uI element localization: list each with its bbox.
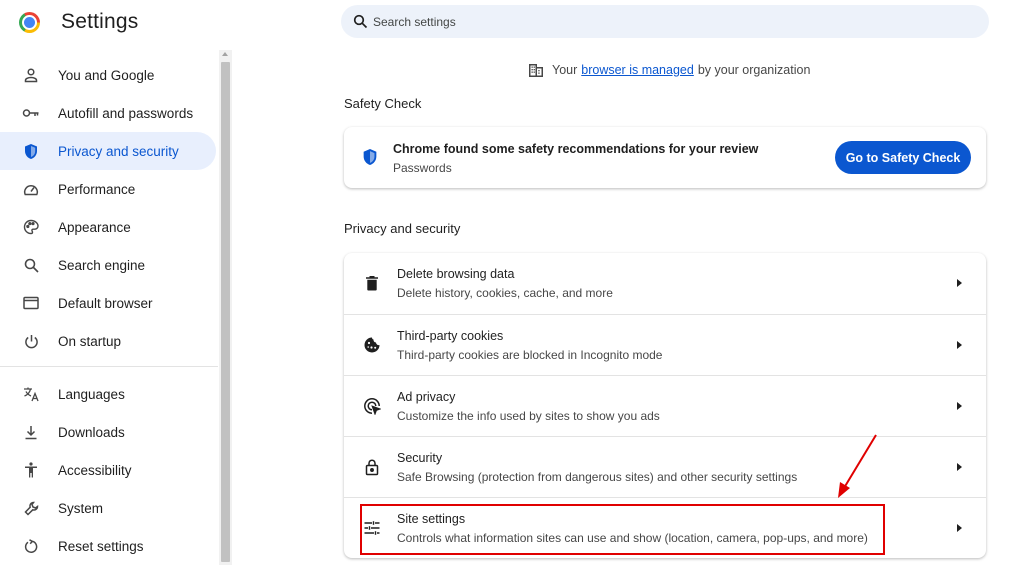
person-icon: [22, 66, 40, 84]
ad-privacy-icon: [364, 398, 381, 415]
row-ad-privacy[interactable]: Ad privacy Customize the info used by si…: [344, 375, 986, 436]
sidebar-item-performance[interactable]: Performance: [0, 170, 216, 208]
search-icon: [353, 14, 368, 29]
sidebar-item-label: You and Google: [58, 67, 155, 83]
sidebar-item-label: Default browser: [58, 295, 153, 311]
sidebar-item-accessibility[interactable]: Accessibility: [0, 451, 216, 489]
key-icon: [22, 104, 40, 122]
sidebar-item-system[interactable]: System: [0, 489, 216, 527]
sidebar-item-privacy[interactable]: Privacy and security: [0, 132, 216, 170]
download-icon: [22, 423, 40, 441]
row-third-party-cookies[interactable]: Third-party cookies Third-party cookies …: [344, 314, 986, 375]
chevron-right-icon: [957, 463, 962, 471]
managed-suffix: by your organization: [697, 63, 811, 77]
row-security[interactable]: Security Safe Browsing (protection from …: [344, 436, 986, 497]
scroll-thumb[interactable]: [221, 62, 230, 562]
sidebar-item-appearance[interactable]: Appearance: [0, 208, 216, 246]
reset-icon: [22, 537, 40, 555]
sidebar-item-label: Search engine: [58, 257, 146, 273]
sliders-icon: [364, 521, 380, 535]
sidebar-item-autofill[interactable]: Autofill and passwords: [0, 94, 216, 132]
cookie-icon: [364, 337, 380, 353]
row-title: Ad privacy: [397, 390, 456, 404]
safety-check-heading: Safety Check: [344, 96, 422, 111]
sidebar-item-label: Privacy and security: [58, 143, 179, 159]
search-icon: [22, 256, 40, 274]
chevron-right-icon: [957, 402, 962, 410]
sidebar-item-label: Languages: [58, 386, 125, 402]
building-icon: [529, 64, 543, 77]
sidebar-item-label: Performance: [58, 181, 136, 197]
row-subtitle: Delete history, cookies, cache, and more: [397, 286, 613, 300]
sidebar-item-default-browser[interactable]: Default browser: [0, 284, 216, 322]
row-title: Site settings: [397, 512, 466, 526]
scroll-up-icon[interactable]: [222, 52, 228, 56]
row-subtitle: Third-party cookies are blocked in Incog…: [397, 348, 663, 362]
sidebar-item-downloads[interactable]: Downloads: [0, 413, 216, 451]
speedometer-icon: [22, 180, 40, 198]
row-title: Delete browsing data: [397, 267, 515, 281]
translate-icon: [22, 385, 40, 403]
row-delete-browsing-data[interactable]: Delete browsing data Delete history, coo…: [344, 253, 986, 314]
sidebar-item-languages[interactable]: Languages: [0, 375, 216, 413]
safety-check-card: Chrome found some safety recommendations…: [344, 127, 986, 188]
privacy-section-heading: Privacy and security: [344, 221, 461, 236]
browser-window-icon: [22, 294, 40, 312]
row-title: Security: [397, 451, 443, 465]
wrench-icon: [22, 499, 40, 517]
privacy-card: Delete browsing data Delete history, coo…: [344, 253, 986, 558]
accessibility-icon: [22, 461, 40, 479]
sidebar-item-label: Appearance: [58, 219, 131, 235]
lock-icon: [365, 459, 379, 476]
row-subtitle: Controls what information sites can use …: [397, 531, 868, 545]
go-to-safety-check-button[interactable]: Go to Safety Check: [835, 141, 971, 174]
chevron-right-icon: [957, 341, 962, 349]
row-subtitle: Customize the info used by sites to show…: [397, 409, 660, 423]
sidebar-scrollbar[interactable]: [219, 50, 232, 565]
row-site-settings[interactable]: Site settings Controls what information …: [344, 497, 986, 558]
sidebar-divider: [0, 366, 218, 367]
shield-icon: [363, 149, 377, 165]
shield-icon: [22, 142, 40, 160]
sidebar-item-you-and-google[interactable]: You and Google: [0, 56, 216, 94]
chevron-right-icon: [957, 279, 962, 287]
sidebar-item-label: Reset settings: [58, 538, 144, 554]
sidebar-item-search-engine[interactable]: Search engine: [0, 246, 216, 284]
app-header: Settings: [0, 0, 234, 46]
sidebar: Settings You and Google Autofill and pas…: [0, 0, 234, 572]
managed-notice: Your browser is managed by your organiza…: [528, 61, 810, 79]
chrome-logo-icon: [19, 12, 40, 33]
sidebar-item-reset-settings[interactable]: Reset settings: [0, 527, 216, 565]
search-input[interactable]: [373, 11, 973, 32]
row-title: Third-party cookies: [397, 329, 504, 343]
browser-managed-link[interactable]: browser is managed: [581, 63, 694, 77]
sidebar-item-label: On startup: [58, 333, 122, 349]
safety-check-title: Chrome found some safety recommendations…: [393, 142, 759, 156]
row-subtitle: Safe Browsing (protection from dangerous…: [397, 470, 798, 484]
safety-check-subtitle: Passwords: [393, 161, 452, 175]
chevron-right-icon: [957, 524, 962, 532]
managed-prefix: Your: [552, 63, 578, 77]
sidebar-item-label: Downloads: [58, 424, 125, 440]
trash-icon: [366, 276, 378, 291]
sidebar-item-label: System: [58, 500, 104, 516]
palette-icon: [22, 218, 40, 236]
search-bar[interactable]: [341, 5, 989, 38]
sidebar-item-label: Autofill and passwords: [58, 105, 194, 121]
power-icon: [22, 332, 40, 350]
sidebar-item-label: Accessibility: [58, 462, 132, 478]
page-title: Settings: [61, 10, 139, 33]
sidebar-item-on-startup[interactable]: On startup: [0, 322, 216, 360]
